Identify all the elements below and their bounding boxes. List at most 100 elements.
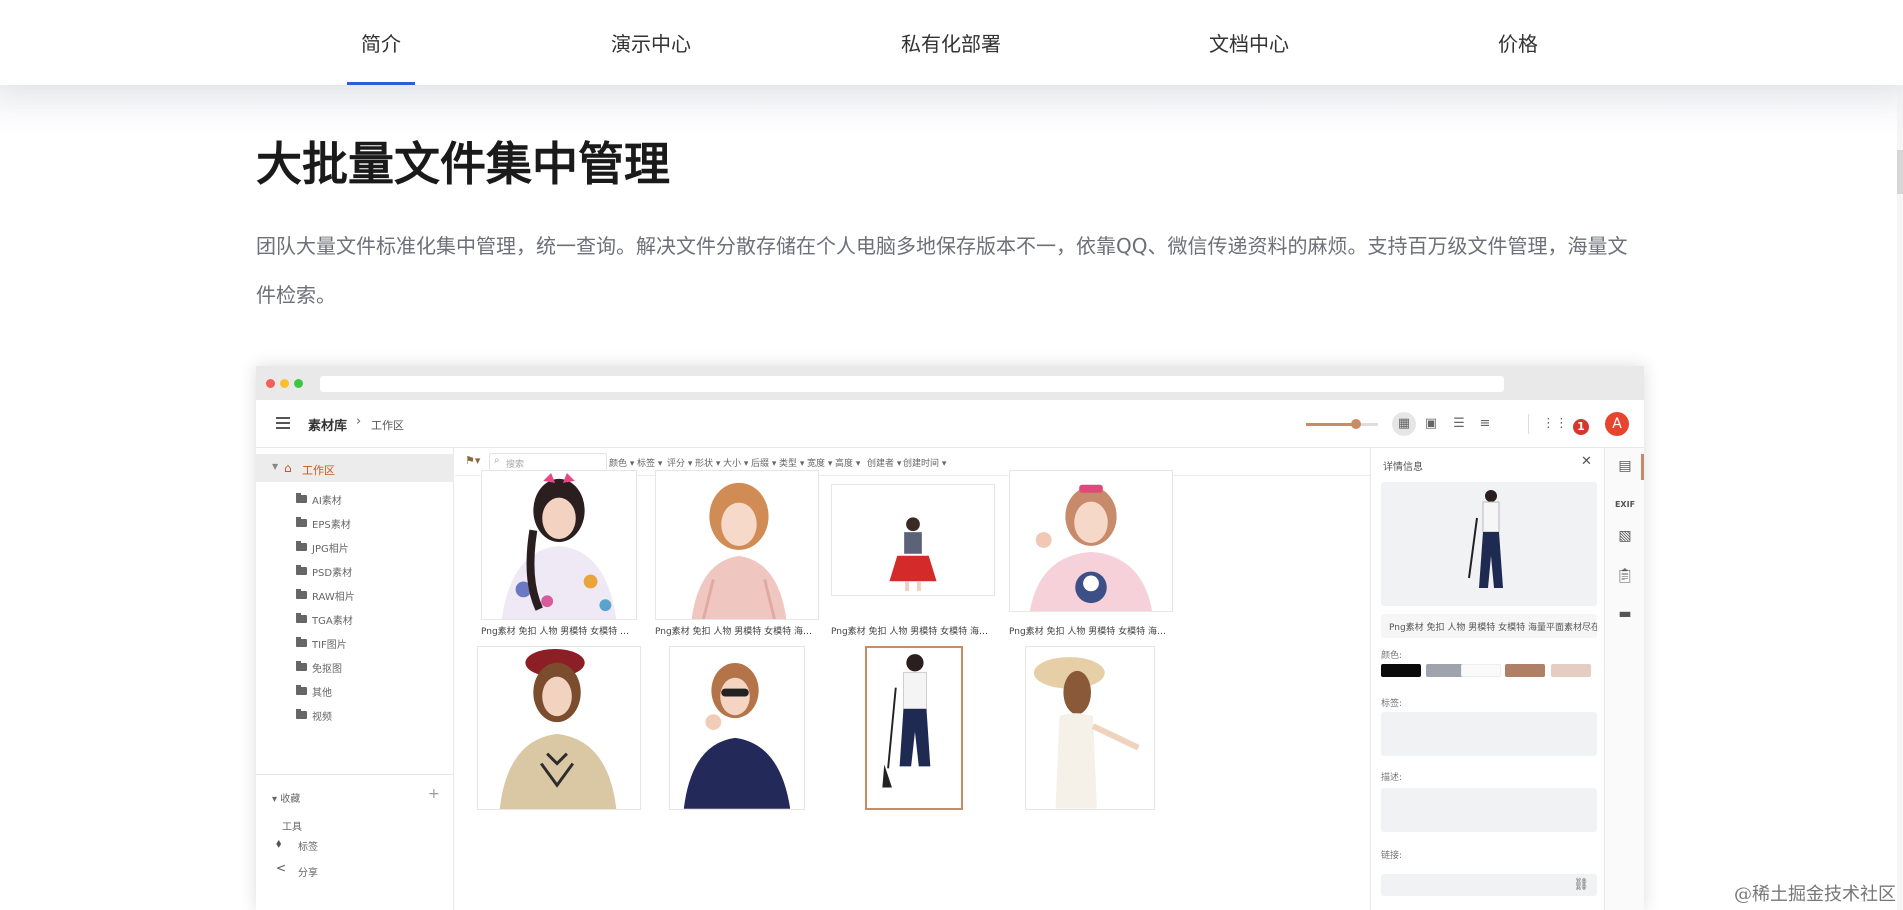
filter-color[interactable]: 颜色 ▾ — [609, 456, 634, 469]
app-toolbar: 素材库 › 工作区 ▦ ▣ ☰ ≡ ⋮⋮ 1 A — [256, 400, 1644, 448]
search-icon: ⌕ — [494, 455, 500, 466]
color-swatch[interactable] — [1505, 664, 1545, 677]
breadcrumb-current: 工作区 — [371, 419, 404, 432]
link-icon[interactable]: ⛓ — [1574, 877, 1589, 891]
color-swatch[interactable] — [1551, 664, 1591, 677]
image-thumbnail[interactable] — [831, 484, 995, 596]
color-swatch[interactable] — [1381, 664, 1421, 677]
folder-icon — [296, 589, 307, 599]
page-scrollbar-thumb[interactable] — [1897, 150, 1903, 194]
sidebar-folder[interactable]: AI素材 — [296, 492, 446, 508]
folder-icon — [296, 493, 307, 503]
document-icon[interactable]: ▤ — [1605, 458, 1644, 474]
image-thumbnail[interactable] — [1025, 646, 1155, 810]
nav-item-private-deploy[interactable]: 私有化部署 — [901, 28, 1001, 57]
folder-label: PSD素材 — [312, 568, 353, 579]
add-favorite-button[interactable]: + — [428, 786, 440, 802]
model-photo — [683, 662, 791, 809]
slider-fill — [1306, 423, 1357, 426]
sidebar-favorites[interactable]: ▾ 收藏 — [272, 790, 300, 805]
sidebar-item-workspace[interactable]: ▼ ⌂ 工作区 — [256, 454, 454, 482]
slider-handle[interactable] — [1351, 419, 1362, 429]
image-stack-icon[interactable]: ▧ — [1605, 528, 1644, 544]
window-minimize-dot — [280, 379, 289, 388]
list-view-icon[interactable]: ☰ — [1447, 412, 1471, 436]
comment-icon[interactable]: ▬ — [1605, 606, 1644, 622]
sidebar-folder[interactable]: TIF图片 — [296, 636, 446, 652]
sidebar-folder[interactable]: TGA素材 — [296, 612, 446, 628]
sidebar-folder[interactable]: 视频 — [296, 708, 446, 724]
filter-rating[interactable]: 评分 ▾ — [667, 456, 692, 469]
link-input[interactable]: ⛓ — [1381, 874, 1597, 896]
page-scrollbar[interactable] — [1897, 0, 1903, 910]
nav-item-intro[interactable]: 简介 — [347, 28, 415, 85]
clipboard-icon[interactable]: 📋︎ — [1605, 568, 1644, 584]
filter-type[interactable]: 类型 ▾ — [779, 456, 804, 469]
image-thumbnail[interactable] — [1009, 470, 1173, 612]
filter-width[interactable]: 宽度 ▾ — [807, 456, 832, 469]
preview-photo — [1468, 490, 1503, 588]
image-thumbnail[interactable] — [655, 470, 819, 620]
image-caption: Png素材 免扣 人物 男模特 女模特 海量平面素材 — [831, 627, 995, 637]
sidebar-folder[interactable]: RAW相片 — [296, 588, 446, 604]
image-thumbnail[interactable] — [481, 470, 637, 620]
notification-badge[interactable]: 1 — [1573, 419, 1589, 435]
image-thumbnail[interactable] — [669, 646, 805, 810]
link-label: 链接: — [1381, 851, 1403, 861]
close-icon[interactable]: ✕ — [1581, 454, 1592, 469]
filter-creator[interactable]: 创建者 ▾ — [867, 456, 901, 469]
filter-label: 高度 — [835, 459, 854, 469]
sort-icon[interactable]: ≡ — [1473, 412, 1497, 436]
model-photo — [882, 654, 931, 788]
filter-label: 类型 — [779, 459, 798, 469]
image-thumbnail[interactable] — [477, 646, 641, 810]
model-photo — [1033, 657, 1140, 809]
menu-icon[interactable] — [276, 417, 290, 429]
filter-tag[interactable]: 标签 ▾ — [637, 456, 662, 469]
description-label: 描述: — [1381, 773, 1403, 783]
description-input[interactable] — [1381, 788, 1597, 832]
filter-height[interactable]: 高度 ▾ — [835, 456, 860, 469]
file-name-field[interactable]: Png素材 免扣 人物 男模特 女模特 海量平面素材尽在 — [1381, 614, 1597, 638]
thumbnail-size-slider[interactable] — [1306, 419, 1378, 429]
sidebar-item-share[interactable]: 分享 — [298, 864, 318, 879]
favorites-label: 收藏 — [280, 794, 301, 805]
folder-label: RAW相片 — [312, 592, 355, 603]
image-view-icon[interactable]: ▣ — [1419, 412, 1443, 436]
breadcrumb-root[interactable]: 素材库 — [308, 415, 347, 434]
search-input[interactable]: ⌕ 搜索 — [489, 453, 607, 471]
color-swatch[interactable] — [1461, 664, 1501, 677]
filter-users-icon[interactable]: ⚑▾ — [465, 454, 480, 467]
image-thumbnail-selected[interactable] — [865, 646, 963, 810]
sidebar-folder[interactable]: EPS素材 — [296, 516, 446, 532]
right-rail: ▤ EXIF ▧ 📋︎ ▬ — [1604, 448, 1644, 910]
sidebar-item-tags[interactable]: 标签 — [298, 838, 318, 853]
sidebar-folder[interactable]: 免抠图 — [296, 660, 446, 676]
nav-item-pricing[interactable]: 价格 — [1498, 28, 1538, 57]
folder-label: EPS素材 — [312, 520, 351, 531]
exif-tab[interactable]: EXIF — [1605, 500, 1644, 509]
color-swatch[interactable] — [1426, 664, 1466, 677]
filter-size[interactable]: 大小 ▾ — [723, 456, 748, 469]
nav-item-demo-center[interactable]: 演示中心 — [611, 28, 691, 57]
image-caption: Png素材 免扣 人物 男模特 女模特 海量平面素材 — [655, 627, 819, 637]
grid-view-icon[interactable]: ▦ — [1392, 412, 1416, 436]
filter-label: 创建者 — [867, 459, 895, 469]
avatar[interactable]: A — [1605, 412, 1629, 436]
filter-shape[interactable]: 形状 ▾ — [695, 456, 720, 469]
caret-down-icon[interactable]: ▼ — [272, 462, 278, 471]
apps-icon[interactable]: ⋮⋮ — [1542, 412, 1568, 436]
sidebar-divider — [256, 774, 454, 775]
folder-label: 视频 — [312, 712, 332, 723]
folder-icon — [296, 637, 307, 647]
folder-icon — [296, 613, 307, 623]
filter-created-time[interactable]: 创建时间 ▾ — [903, 456, 946, 469]
sidebar-folder[interactable]: PSD素材 — [296, 564, 446, 580]
folder-label: 其他 — [312, 688, 332, 699]
sidebar-folder[interactable]: 其他 — [296, 684, 446, 700]
hero-title: 大批量文件集中管理 — [256, 137, 670, 191]
tag-input[interactable] — [1381, 712, 1597, 756]
nav-item-docs-center[interactable]: 文档中心 — [1209, 28, 1289, 57]
filter-extension[interactable]: 后缀 ▾ — [751, 456, 776, 469]
sidebar-folder[interactable]: JPG相片 — [296, 540, 446, 556]
